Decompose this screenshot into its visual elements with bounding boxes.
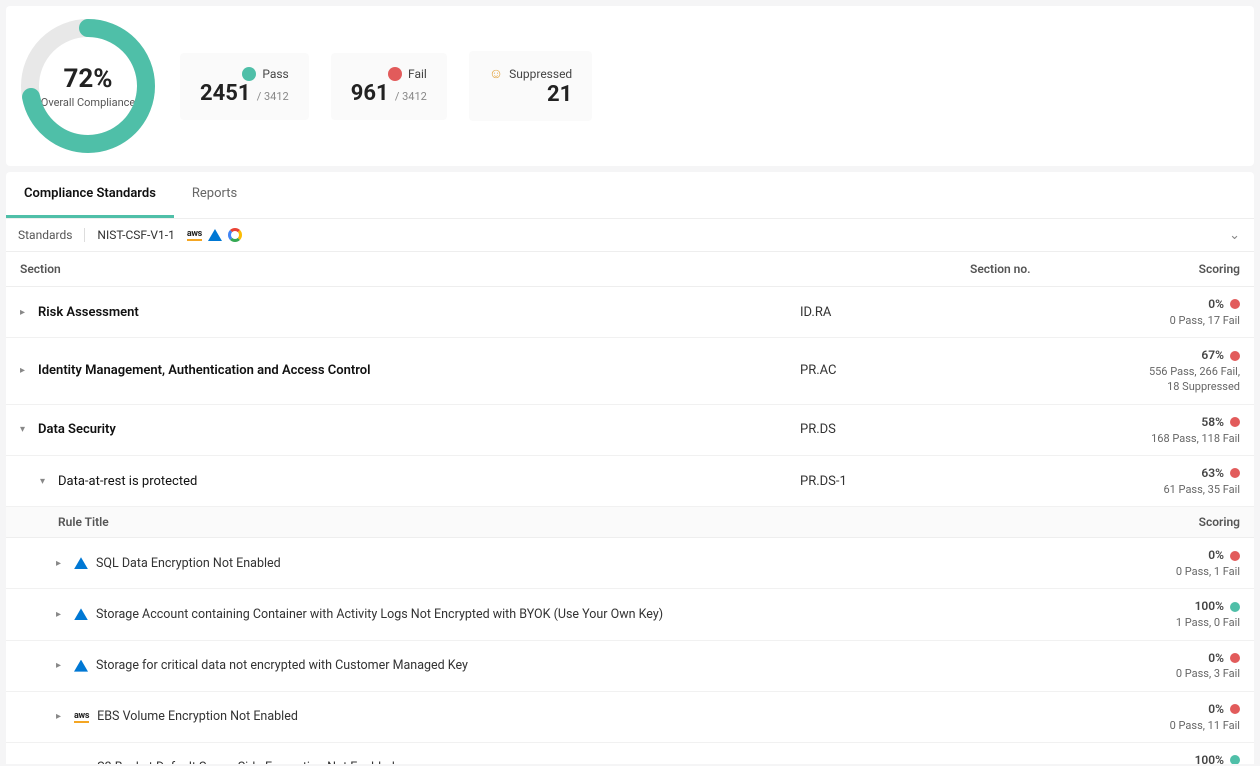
aws-icon: aws: [74, 711, 89, 723]
filter-value: NIST-CSF-V1-1: [97, 228, 174, 242]
rule-title: S3 Bucket Default Server-Side Encryption…: [97, 760, 395, 764]
col-section-no: Section no.: [970, 262, 1140, 276]
user-muted-icon: ☺: [489, 65, 503, 82]
fail-badge-icon: [1230, 551, 1240, 561]
section-number: PR.DS: [800, 422, 970, 437]
tabs: Compliance Standards Reports: [6, 172, 1254, 219]
rule-score: 100% 58 Pass, 0 Fail: [1070, 752, 1240, 764]
fail-badge-icon: [1230, 704, 1240, 714]
section-title: Risk Assessment: [38, 305, 139, 320]
suppressed-card: ☺ Suppressed 21: [469, 51, 592, 121]
filter-label: Standards: [18, 228, 85, 242]
section-row[interactable]: ▸ Identity Management, Authentication an…: [6, 338, 1254, 405]
azure-icon: [74, 660, 88, 672]
tab-reports[interactable]: Reports: [174, 172, 255, 218]
alert-circle-icon: [388, 67, 402, 81]
rule-row[interactable]: ▸ Storage for critical data not encrypte…: [6, 641, 1254, 692]
rule-row[interactable]: ▸ Storage Account containing Container w…: [6, 589, 1254, 640]
rule-row[interactable]: ▸ aws S3 Bucket Default Server-Side Encr…: [6, 743, 1254, 764]
expand-caret-icon[interactable]: ▾: [40, 476, 50, 487]
section-title: Identity Management, Authentication and …: [38, 363, 371, 378]
fail-value: 961: [351, 81, 389, 106]
fail-badge-icon: [1230, 351, 1240, 361]
section-row[interactable]: ▸ Risk Assessment ID.RA 0% 0 Pass, 17 Fa…: [6, 287, 1254, 338]
section-score: 0% 0 Pass, 17 Fail: [970, 296, 1240, 328]
section-score: 67% 556 Pass, 266 Fail, 18 Suppressed: [970, 347, 1240, 395]
summary-panel: 72% Overall Compliance Pass 2451 / 3412 …: [6, 6, 1254, 166]
cloud-icon-group: aws: [187, 228, 242, 242]
pass-value: 2451: [200, 81, 251, 106]
section-title: Data Security: [38, 422, 116, 437]
expand-caret-icon[interactable]: ▸: [56, 558, 66, 569]
col-rule-scoring: Scoring: [1120, 515, 1240, 529]
section-row[interactable]: ▾ Data Security PR.DS 58% 168 Pass, 118 …: [6, 405, 1254, 456]
rule-score: 0% 0 Pass, 3 Fail: [1070, 650, 1240, 682]
suppressed-label: Suppressed: [509, 67, 572, 81]
tab-compliance-standards[interactable]: Compliance Standards: [6, 172, 174, 218]
aws-icon: aws: [187, 229, 202, 241]
fail-label: Fail: [408, 67, 427, 81]
expand-caret-icon[interactable]: ▸: [20, 365, 30, 376]
azure-icon: [208, 229, 222, 241]
rule-title: Storage Account containing Container wit…: [96, 607, 663, 622]
subsection-row[interactable]: ▾ Data-at-rest is protected PR.DS-1 63% …: [6, 456, 1254, 507]
table-header: Section Section no. Scoring: [6, 252, 1254, 287]
subsection-number: PR.DS-1: [800, 474, 970, 489]
pass-badge-icon: [1230, 602, 1240, 612]
rule-row[interactable]: ▸ SQL Data Encryption Not Enabled 0% 0 P…: [6, 538, 1254, 589]
expand-caret-icon[interactable]: ▸: [20, 307, 30, 318]
expand-caret-icon[interactable]: ▾: [20, 424, 30, 435]
expand-caret-icon[interactable]: ▸: [56, 762, 66, 764]
fail-badge-icon: [1230, 653, 1240, 663]
compliance-donut: 72% Overall Compliance: [18, 16, 158, 156]
sections-table: Section Section no. Scoring ▸ Risk Asses…: [6, 252, 1254, 764]
section-number: ID.RA: [800, 305, 970, 320]
pass-label: Pass: [262, 67, 288, 81]
rule-score: 0% 0 Pass, 11 Fail: [1070, 701, 1240, 733]
expand-caret-icon[interactable]: ▸: [56, 711, 66, 722]
fail-total: / 3412: [395, 90, 427, 103]
expand-caret-icon[interactable]: ▸: [56, 660, 66, 671]
fail-badge-icon: [1230, 468, 1240, 478]
section-score: 58% 168 Pass, 118 Fail: [970, 414, 1240, 446]
rule-score: 100% 1 Pass, 0 Fail: [1070, 598, 1240, 630]
rules-header: Rule Title Scoring: [6, 507, 1254, 538]
standards-filter[interactable]: Standards NIST-CSF-V1-1 aws ⌄: [6, 219, 1254, 252]
subsection-title: Data-at-rest is protected: [58, 474, 197, 489]
pass-total: / 3412: [257, 90, 289, 103]
azure-icon: [74, 608, 88, 620]
rule-title: SQL Data Encryption Not Enabled: [96, 556, 281, 571]
donut-chart-icon: [18, 16, 158, 156]
gcp-icon: [228, 228, 242, 242]
rule-title: Storage for critical data not encrypted …: [96, 658, 468, 673]
subsection-score: 63% 61 Pass, 35 Fail: [970, 465, 1240, 497]
fail-badge-icon: [1230, 417, 1240, 427]
col-scoring: Scoring: [1140, 262, 1240, 276]
fail-card: Fail 961 / 3412: [331, 53, 447, 120]
expand-caret-icon[interactable]: ▸: [56, 609, 66, 620]
aws-icon: aws: [74, 762, 89, 764]
fail-badge-icon: [1230, 299, 1240, 309]
col-rule-title: Rule Title: [58, 515, 1120, 529]
azure-icon: [74, 557, 88, 569]
rule-row[interactable]: ▸ aws EBS Volume Encryption Not Enabled …: [6, 692, 1254, 743]
rule-score: 0% 0 Pass, 1 Fail: [1070, 547, 1240, 579]
rule-title: EBS Volume Encryption Not Enabled: [97, 709, 298, 724]
chevron-down-icon[interactable]: ⌄: [1229, 228, 1240, 243]
section-number: PR.AC: [800, 363, 970, 378]
pass-card: Pass 2451 / 3412: [180, 53, 309, 120]
check-circle-icon: [242, 67, 256, 81]
col-section: Section: [20, 262, 970, 276]
suppressed-value: 21: [547, 82, 572, 107]
